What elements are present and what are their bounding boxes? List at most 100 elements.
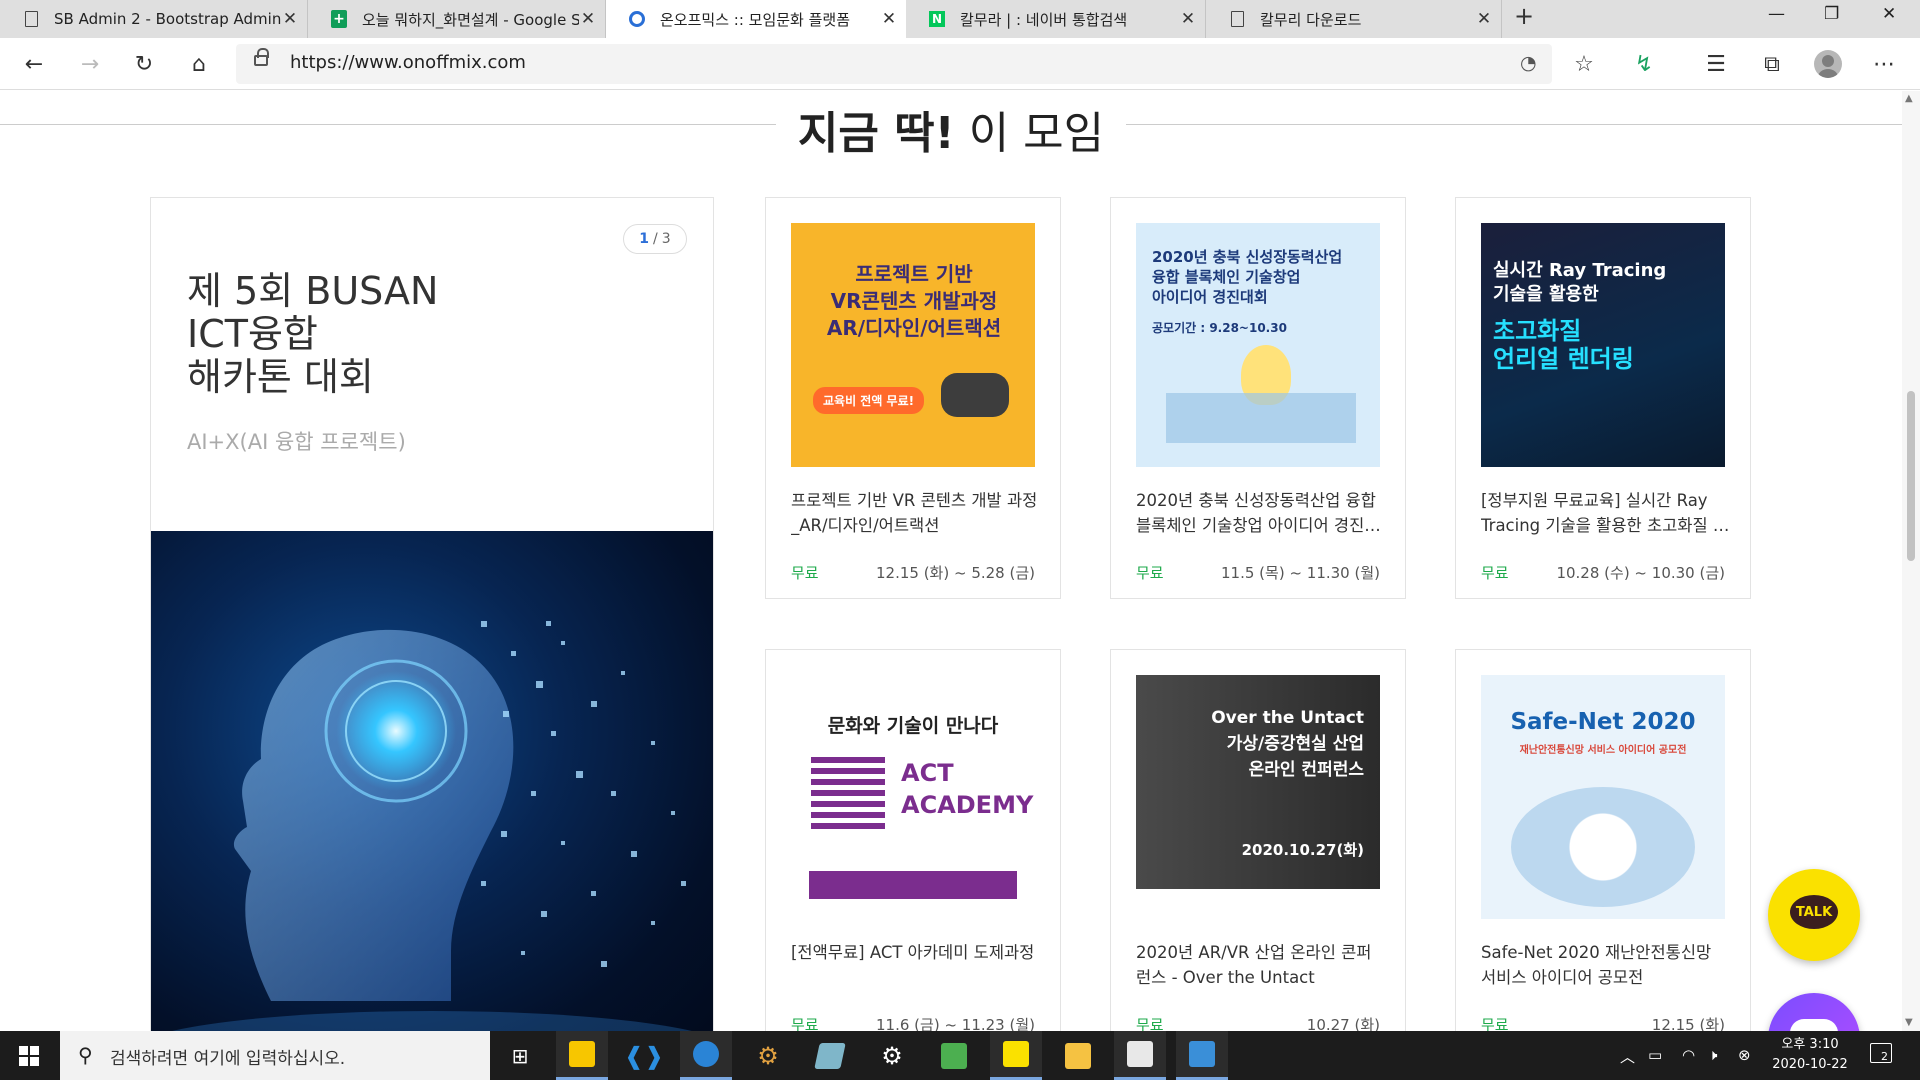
file-explorer-icon[interactable] [1052,1031,1104,1080]
settings-tool-icon[interactable]: ⚙ [742,1031,794,1080]
event-card[interactable]: Safe-Net 2020 재난안전통신망 서비스 아이디어 공모전 Safe-… [1455,649,1751,1031]
maximize-button[interactable]: ❐ [1824,4,1839,24]
tab-download[interactable]: 칼무리 다운로드 ✕ [1206,0,1502,38]
page-viewport: 지금 딱! 이 모임 1 / 3 제 5회 BUSAN ICT융합 해카톤 대회… [0,91,1902,1031]
thumbnail-badge: 재난안전통신망 서비스 아이디어 공모전 [1519,745,1687,756]
sponsor-strip [1136,889,1380,919]
event-card[interactable]: 2020년 충북 신성장동력산업 융합 블록체인 기술창업 아이디어 경진대회 … [1110,197,1406,599]
event-price: 무료 [791,564,819,582]
vscode-icon[interactable]: ❰❱ [618,1031,670,1080]
section-title-bold: 지금 딱! [797,108,955,159]
home-button[interactable]: ⌂ [183,48,215,80]
sticky-notes-icon[interactable] [556,1031,608,1080]
clock-date: 2020-10-22 [1772,1057,1848,1072]
collections-icon[interactable]: ⧉ [1756,48,1788,80]
tray-chevron-icon[interactable]: ︿ [1620,1046,1635,1067]
slide-pager: 1 / 3 [623,224,687,254]
volume-muted-icon[interactable]: 🕨 [1708,1046,1717,1064]
close-icon[interactable]: ✕ [281,9,299,29]
tab-title: 오늘 뭐하지_화면설계 - Google S [362,10,579,29]
event-thumbnail: 실시간 Ray Tracing 기술을 활용한 초고화질 언리얼 렌더링 [1481,223,1725,467]
search-placeholder: 검색하려면 여기에 입력하십시오. [110,1049,346,1069]
close-icon[interactable]: ✕ [880,9,898,29]
event-card[interactable]: 프로젝트 기반 VR콘텐츠 개발과정 AR/디자인/어트랙션 교육비 전액 무료… [765,197,1061,599]
taskbar-clock[interactable]: 오후 3:10 2020-10-22 [1770,1035,1850,1075]
event-title[interactable]: 2020년 충북 신성장동력산업 융합 블록체인 기술창업 아이디어 경진대회 [1136,488,1386,538]
start-button[interactable] [0,1031,58,1080]
minimize-button[interactable]: — [1768,4,1785,24]
tab-google-sheets[interactable]: + 오늘 뭐하지_화면설계 - Google S ✕ [308,0,606,38]
event-card[interactable]: 문화와 기술이 만나다 ACT ACADEMY [전액무료] ACT 아카데미 … [765,649,1061,1031]
extension-icon[interactable]: ↯ [1628,48,1660,80]
forward-button[interactable]: → [74,48,106,80]
refresh-button[interactable]: ↻ [128,48,160,80]
app-icon[interactable] [804,1031,856,1080]
close-icon[interactable]: ✕ [1179,9,1197,29]
scroll-down-arrow[interactable]: ▼ [1905,1017,1913,1028]
profile-avatar[interactable] [1814,50,1842,78]
tab-title: 칼무리 다운로드 [1260,10,1362,29]
url-text[interactable]: https://www.onoffmix.com [290,52,526,73]
task-view-icon[interactable]: ⊞ [494,1031,546,1080]
kakao-talk-button[interactable]: TALK [1768,869,1860,961]
pager-current: 1 [639,231,650,247]
windows-logo-icon [19,1045,39,1066]
address-bar[interactable]: https://www.onoffmix.com ◔ [236,44,1552,84]
event-thumbnail: 2020년 충북 신성장동력산업 융합 블록체인 기술창업 아이디어 경진대회 … [1136,223,1380,467]
favorite-star-icon[interactable]: ☆ [1568,48,1600,80]
tab-naver[interactable]: N 칼무라 | : 네이버 통합검색 ✕ [906,0,1206,38]
city-graphic [1166,393,1356,443]
kakaotalk-icon[interactable] [990,1031,1042,1080]
photos-icon[interactable] [1176,1031,1228,1080]
event-title[interactable]: [정부지원 무료교육] 실시간 Ray Tracing 기술을 활용한 초고화질… [1481,488,1731,538]
status-icon[interactable]: ⊗ [1738,1046,1751,1064]
tab-title: 온오프믹스 :: 모임문화 플랫폼 [660,10,851,29]
program-banner [809,871,1017,899]
edge-icon [628,10,646,28]
scrollbar-thumb[interactable] [1907,391,1915,561]
new-tab-button[interactable]: + [1514,2,1534,30]
more-menu-icon[interactable]: ⋯ [1868,48,1900,80]
close-icon[interactable]: ✕ [579,9,597,29]
battery-icon[interactable]: ▭ [1648,1046,1662,1064]
close-icon[interactable]: ✕ [1475,9,1493,29]
snipping-tool-icon[interactable] [1114,1031,1166,1080]
back-button[interactable]: ← [18,48,50,80]
featured-event-card[interactable]: 1 / 3 제 5회 BUSAN ICT융합 해카톤 대회 AI+X(AI 융합… [150,197,714,1031]
scroll-up-arrow[interactable]: ▲ [1905,93,1913,104]
favorites-list-icon[interactable]: ☰ [1700,48,1732,80]
windows-taskbar: ⚲ 검색하려면 여기에 입력하십시오. ⊞ ❰❱ ⚙ ⚙ ︿ ▭ ◠ 🕨 ⊗ 오… [0,1031,1920,1080]
featured-title[interactable]: 제 5회 BUSAN ICT융합 해카톤 대회 [187,270,438,399]
gear-icon[interactable]: ⚙ [866,1031,918,1080]
wifi-icon[interactable]: ◠ [1682,1046,1695,1064]
pager-separator: / [653,231,658,247]
tab-onoffmix[interactable]: 온오프믹스 :: 모임문화 플랫폼 ✕ [606,0,906,38]
section-title-rest: 이 모임 [968,108,1105,159]
event-title[interactable]: 2020년 AR/VR 산업 온라인 콘퍼런스 - Over the Untac… [1136,940,1386,990]
thumbnail-text: 실시간 Ray Tracing 기술을 활용한 [1493,260,1667,305]
notification-center-icon[interactable]: 2 [1870,1043,1892,1063]
vertical-scrollbar[interactable]: ▲ ▼ [1902,91,1920,1031]
act-wave-logo [811,757,885,831]
event-price: 무료 [1136,564,1164,582]
tracking-prevention-icon[interactable]: ◔ [1520,52,1537,74]
thumbnail-text: 2020년 충북 신성장동력산업 융합 블록체인 기술창업 아이디어 경진대회 [1152,248,1343,306]
event-date: 10.27 (화) [1306,1016,1380,1031]
event-card[interactable]: Over the Untact 가상/증강현실 산업 온라인 컨퍼런스 2020… [1110,649,1406,1031]
search-icon: ⚲ [78,1043,93,1067]
window-close-button[interactable]: ✕ [1882,4,1896,24]
event-title[interactable]: [전액무료] ACT 아카데미 도제과정 [791,940,1041,965]
thumbnail-text: 프로젝트 기반 VR콘텐츠 개발과정 AR/디자인/어트랙션 [826,262,1002,340]
event-title[interactable]: 프로젝트 기반 VR 콘텐츠 개발 과정 _AR/디자인/어트랙션 [791,488,1041,538]
event-price: 무료 [1481,1016,1509,1031]
event-card[interactable]: 실시간 Ray Tracing 기술을 활용한 초고화질 언리얼 렌더링 [정부… [1455,197,1751,599]
thumbnail-badge: 공모기간 : 9.28~10.30 [1152,321,1287,335]
tab-sb-admin[interactable]: SB Admin 2 - Bootstrap Admin T ✕ [0,0,308,38]
event-title[interactable]: Safe-Net 2020 재난안전통신망 서비스 아이디어 공모전 [1481,940,1731,990]
chatbot-button[interactable] [1768,993,1860,1031]
taskbar-search-box[interactable]: ⚲ 검색하려면 여기에 입력하십시오. [60,1031,490,1080]
thumbnail-badge: ACT ACADEMY [901,759,1034,819]
chatbot-icon [1790,1019,1838,1031]
edge-browser-icon[interactable] [680,1031,732,1080]
media-player-icon[interactable] [928,1031,980,1080]
